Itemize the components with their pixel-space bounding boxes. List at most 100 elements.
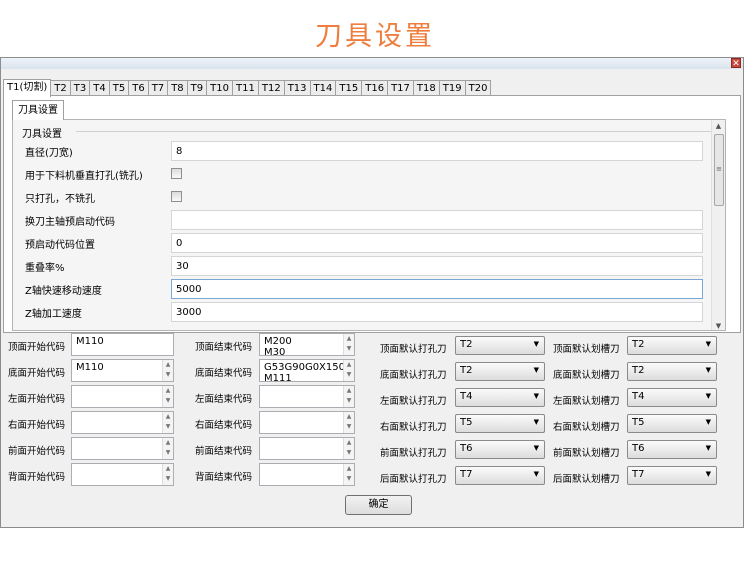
top-end-input[interactable]: M200 M30 ▲ ▼ <box>259 333 355 356</box>
left-groove-select[interactable]: T4 ▼ <box>627 388 717 407</box>
bottom-end-label: 底面结束代码 <box>195 368 253 379</box>
tab-t11[interactable]: T11 <box>232 80 259 96</box>
chevron-down-icon: ▼ <box>533 366 539 374</box>
right-groove-select[interactable]: T5 ▼ <box>627 414 717 433</box>
z-down-input[interactable]: 3000 <box>171 302 703 322</box>
prop-row-preload-code: 换刀主轴预启动代码 <box>25 209 715 231</box>
chevron-down-icon: ▼ <box>705 392 711 400</box>
spin-icon[interactable]: ▲ ▼ <box>162 386 173 407</box>
spin-icon[interactable]: ▲ ▼ <box>162 464 173 485</box>
chevron-down-icon: ▼ <box>533 444 539 452</box>
top-start-input[interactable]: M110 <box>71 333 174 356</box>
bottom-end-input[interactable]: G53G90G0X150.Y M111 ▲ ▼ <box>259 359 355 382</box>
back-groove-label: 后面默认划槽刀 <box>553 474 620 485</box>
back-groove-select[interactable]: T7 ▼ <box>627 466 717 485</box>
tab-t13[interactable]: T13 <box>283 80 311 96</box>
drill-only-checkbox[interactable] <box>171 191 182 202</box>
top-groove-select[interactable]: T2 ▼ <box>627 336 717 355</box>
bottom-drill-label: 底面默认打孔刀 <box>380 370 447 381</box>
tab-t4[interactable]: T4 <box>89 80 110 96</box>
front-end-input[interactable]: ▲ ▼ <box>259 437 355 460</box>
tab-t1[interactable]: T1(切割) <box>3 79 52 97</box>
right-drill-select[interactable]: T5 ▼ <box>455 414 545 433</box>
prop-row-vertical-drill: 用于下料机垂直打孔(铣孔) <box>25 163 715 185</box>
tab-t20[interactable]: T20 <box>464 80 492 96</box>
bottom-drill-select[interactable]: T2 ▼ <box>455 362 545 381</box>
property-scrollbar[interactable]: ▲ ≡ ▼ <box>711 120 725 330</box>
front-drill-select[interactable]: T6 ▼ <box>455 440 545 459</box>
spin-icon[interactable]: ▲ ▼ <box>343 464 354 485</box>
top-end-label: 顶面结束代码 <box>195 342 253 353</box>
tab-t12[interactable]: T12 <box>257 80 285 96</box>
right-start-input[interactable]: ▲ ▼ <box>71 411 174 434</box>
tab-t10[interactable]: T10 <box>206 80 233 96</box>
tab-t6[interactable]: T6 <box>128 80 149 96</box>
top-drill-value: T2 <box>460 339 473 350</box>
bottom-start-input[interactable]: M110 ▲ ▼ <box>71 359 174 382</box>
top-start-value: M110 <box>76 336 104 347</box>
front-start-input[interactable]: ▲ ▼ <box>71 437 174 460</box>
group-divider <box>76 131 711 132</box>
prop-row-drill-only: 只打孔，不铣孔 <box>25 186 715 208</box>
spin-icon[interactable]: ▲ ▼ <box>162 360 173 381</box>
bottom-end-value-line2: M111 <box>264 373 292 382</box>
spin-icon[interactable]: ▲ ▼ <box>343 360 354 381</box>
right-end-input[interactable]: ▲ ▼ <box>259 411 355 434</box>
spin-icon[interactable]: ▲ ▼ <box>343 438 354 459</box>
right-groove-label: 右面默认划槽刀 <box>553 422 620 433</box>
front-end-label: 前面结束代码 <box>195 446 253 457</box>
top-groove-value: T2 <box>632 339 645 350</box>
back-end-input[interactable]: ▲ ▼ <box>259 463 355 486</box>
left-drill-select[interactable]: T4 ▼ <box>455 388 545 407</box>
tab-t8[interactable]: T8 <box>167 80 188 96</box>
spin-icon[interactable]: ▲ ▼ <box>162 412 173 433</box>
preload-code-input[interactable] <box>171 210 703 230</box>
prop-row-diameter: 直径(刀宽) 8 <box>25 140 715 162</box>
left-drill-label: 左面默认打孔刀 <box>380 396 447 407</box>
tab-t3[interactable]: T3 <box>69 80 91 96</box>
spin-icon[interactable]: ▲ ▼ <box>343 386 354 407</box>
back-groove-value: T7 <box>632 469 645 480</box>
top-drill-label: 顶面默认打孔刀 <box>380 344 447 355</box>
z-fast-label: Z轴快速移动速度 <box>25 286 102 297</box>
spin-icon[interactable]: ▲ ▼ <box>343 412 354 433</box>
front-groove-label: 前面默认划槽刀 <box>553 448 620 459</box>
tab-t17[interactable]: T17 <box>387 80 414 96</box>
tab-t5[interactable]: T5 <box>108 80 130 96</box>
preload-pos-input[interactable]: 0 <box>171 233 703 253</box>
overlap-input[interactable]: 30 <box>171 256 703 276</box>
back-drill-select[interactable]: T7 ▼ <box>455 466 545 485</box>
ok-button[interactable]: 确定 <box>345 495 412 515</box>
subtab-tool-settings[interactable]: 刀具设置 <box>12 100 64 120</box>
tab-t9[interactable]: T9 <box>186 80 208 96</box>
front-drill-value: T6 <box>460 443 473 454</box>
tab-t16[interactable]: T16 <box>361 80 389 96</box>
scroll-thumb[interactable]: ≡ <box>714 134 724 206</box>
left-start-input[interactable]: ▲ ▼ <box>71 385 174 408</box>
scroll-down-icon[interactable]: ▼ <box>712 320 725 330</box>
tool-tabs: T1(切割) T2 T3 T4 T5 T6 T7 T8 T9 T10 T11 T… <box>3 79 492 97</box>
back-start-input[interactable]: ▲ ▼ <box>71 463 174 486</box>
tab-t15[interactable]: T15 <box>335 80 363 96</box>
spin-icon[interactable]: ▲ ▼ <box>162 438 173 459</box>
left-end-input[interactable]: ▲ ▼ <box>259 385 355 408</box>
front-groove-select[interactable]: T6 ▼ <box>627 440 717 459</box>
tab-t14[interactable]: T14 <box>309 80 337 96</box>
z-fast-input[interactable]: 5000 <box>171 279 703 299</box>
top-drill-select[interactable]: T2 ▼ <box>455 336 545 355</box>
tool-settings-window: ✕ T1(切割) T2 T3 T4 T5 T6 T7 T8 T9 T10 T11… <box>0 57 744 528</box>
chevron-down-icon: ▼ <box>533 392 539 400</box>
close-icon[interactable]: ✕ <box>731 58 741 69</box>
prop-row-z-down: Z轴加工速度 3000 <box>25 301 715 323</box>
tab-t7[interactable]: T7 <box>147 80 169 96</box>
vertical-drill-checkbox[interactable] <box>171 168 182 179</box>
tab-t2[interactable]: T2 <box>50 80 71 96</box>
spin-icon[interactable]: ▲ ▼ <box>343 334 354 355</box>
diameter-input[interactable]: 8 <box>171 141 703 161</box>
tab-t19[interactable]: T19 <box>438 80 466 96</box>
scroll-up-icon[interactable]: ▲ <box>712 120 725 132</box>
top-start-label: 顶面开始代码 <box>8 342 66 353</box>
bottom-groove-select[interactable]: T2 ▼ <box>627 362 717 381</box>
diameter-label: 直径(刀宽) <box>25 148 73 159</box>
tab-t18[interactable]: T18 <box>412 80 440 96</box>
